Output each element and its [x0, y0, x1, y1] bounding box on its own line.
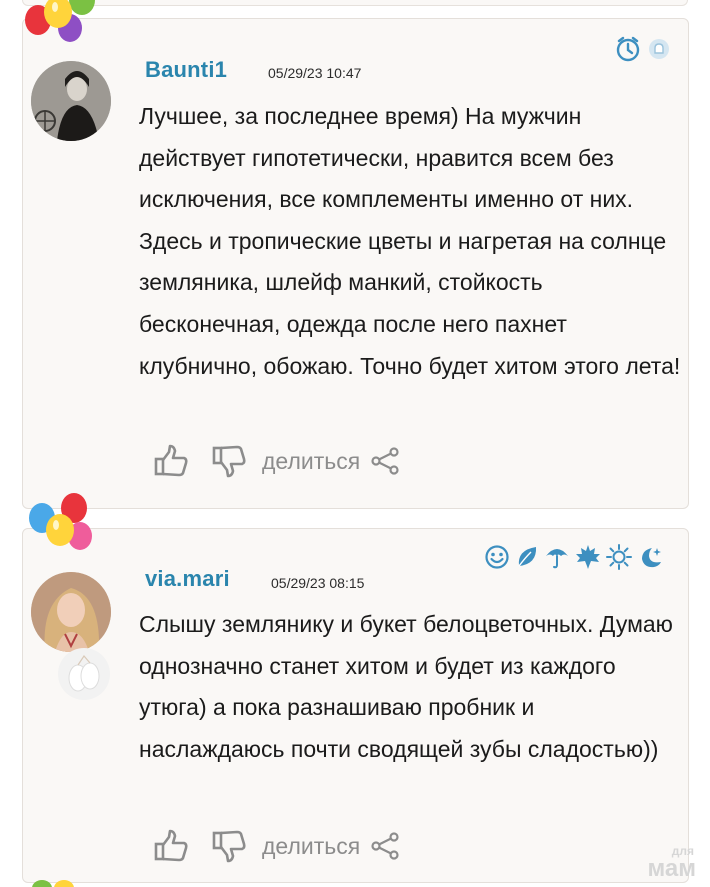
- timestamp: 05/29/23 10:47: [268, 65, 362, 81]
- balloons-icon: [30, 876, 90, 887]
- share-button[interactable]: делиться: [262, 833, 360, 860]
- thumbs-up-icon[interactable]: [152, 442, 190, 480]
- watermark-big: мам: [647, 855, 696, 882]
- balloons-icon: [22, 0, 102, 56]
- maple-leaf-badge-icon[interactable]: [575, 544, 601, 570]
- timestamp: 05/29/23 08:15: [271, 575, 365, 591]
- avatar[interactable]: [31, 61, 111, 141]
- moon-badge-icon[interactable]: [637, 544, 663, 570]
- comment-text: Слышу землянику и букет белоцветочных. Д…: [139, 611, 673, 762]
- user-badges: [484, 544, 663, 570]
- avatar[interactable]: [31, 572, 111, 652]
- avatar-badge-icon: [58, 648, 110, 700]
- user-badges: [614, 35, 670, 63]
- bell-badge-icon[interactable]: [648, 38, 670, 60]
- previous-comment-card-edge: [22, 0, 688, 6]
- share-icon[interactable]: [370, 446, 400, 476]
- comment-actions: делиться: [152, 442, 400, 480]
- comment-actions: делиться: [152, 827, 400, 865]
- thumbs-down-icon[interactable]: [210, 442, 248, 480]
- share-button[interactable]: делиться: [262, 448, 360, 475]
- clock-badge-icon[interactable]: [614, 35, 642, 63]
- leaf-badge-icon[interactable]: [515, 544, 539, 570]
- umbrella-badge-icon[interactable]: [544, 544, 570, 570]
- site-watermark: для мам: [647, 845, 696, 881]
- thumbs-up-icon[interactable]: [152, 827, 190, 865]
- smile-badge-icon[interactable]: [484, 544, 510, 570]
- username[interactable]: Baunti1: [145, 57, 227, 83]
- share-icon[interactable]: [370, 831, 400, 861]
- sun-badge-icon[interactable]: [606, 544, 632, 570]
- balloons-icon: [22, 492, 102, 562]
- username[interactable]: via.mari: [145, 566, 230, 592]
- comment-text: Лучшее, за последнее время) На мужчин де…: [139, 103, 681, 379]
- thumbs-down-icon[interactable]: [210, 827, 248, 865]
